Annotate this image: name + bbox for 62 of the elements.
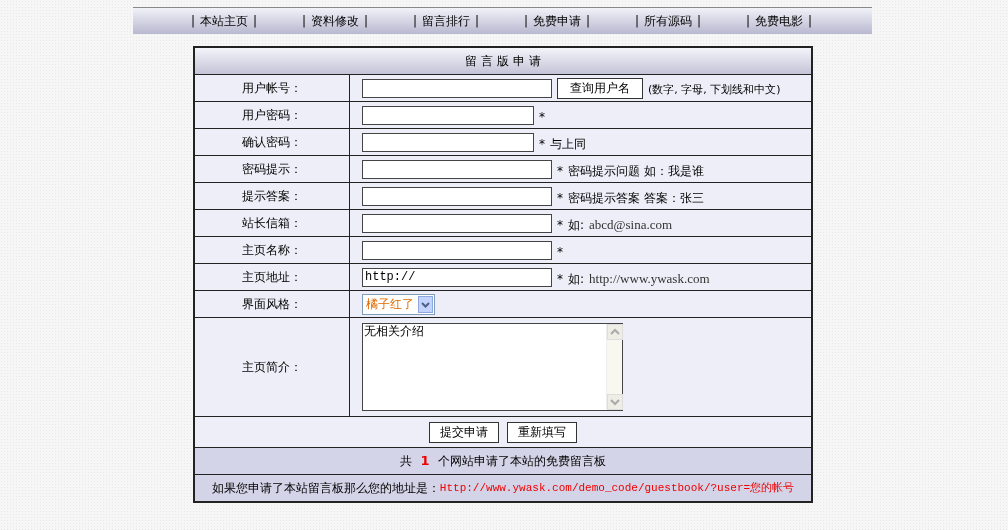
required-mark: * bbox=[557, 271, 563, 288]
chevron-down-icon bbox=[418, 295, 433, 313]
nav-separator: | bbox=[475, 13, 480, 30]
input-field[interactable] bbox=[362, 105, 534, 125]
nav-separator: | bbox=[746, 13, 751, 30]
field-label: 提示答案： bbox=[242, 188, 302, 205]
required-mark: * bbox=[557, 163, 563, 180]
input-field[interactable] bbox=[362, 240, 552, 260]
style-dropdown[interactable]: 橘子红了 bbox=[362, 293, 435, 315]
application-count: 1 bbox=[420, 452, 430, 471]
nav-separator: | bbox=[302, 13, 307, 30]
field-label: 确认密码： bbox=[242, 134, 302, 151]
required-mark: * bbox=[557, 190, 563, 207]
nav-link[interactable]: 免费申请 bbox=[533, 12, 582, 30]
nav-separator: | bbox=[413, 13, 418, 30]
field-hint: 密码提示问题 如：我是谁 bbox=[568, 162, 704, 180]
field-hint: 如: bbox=[568, 270, 585, 288]
field-example: http://www.ywask.com bbox=[589, 269, 710, 288]
field-hint: 与上同 bbox=[550, 135, 586, 153]
nav-link[interactable]: 所有源码 bbox=[644, 12, 693, 30]
nav-link[interactable]: 本站主页 bbox=[200, 12, 249, 30]
check-username-button[interactable]: 查询用户名 bbox=[557, 77, 643, 99]
guestbook-url: Http://www.ywask.com/demo_code/guestbook/?user=您的帐号 bbox=[439, 480, 795, 496]
nav-separator: | bbox=[524, 13, 529, 30]
required-mark: * bbox=[539, 136, 545, 153]
nav-separator: | bbox=[808, 13, 813, 30]
field-label: 用户密码： bbox=[242, 107, 302, 124]
input-field[interactable] bbox=[362, 78, 552, 98]
field-example: abcd@sina.com bbox=[589, 215, 673, 234]
field-hint: (数字, 字母, 下划线和中文) bbox=[648, 81, 781, 98]
nav-separator: | bbox=[697, 13, 702, 30]
reset-button[interactable]: 重新填写 bbox=[507, 421, 577, 443]
nav-separator: | bbox=[191, 13, 196, 30]
input-field[interactable] bbox=[362, 159, 552, 179]
submit-button[interactable]: 提交申请 bbox=[429, 421, 499, 443]
required-mark: * bbox=[557, 244, 563, 261]
field-label: 密码提示： bbox=[242, 161, 302, 178]
nav-separator: | bbox=[364, 13, 369, 30]
required-mark: * bbox=[539, 109, 545, 126]
form-title: 留 言 版 申 请 bbox=[195, 48, 811, 74]
required-mark: * bbox=[557, 217, 563, 234]
nav-separator: | bbox=[586, 13, 591, 30]
nav-link[interactable]: 资料修改 bbox=[311, 12, 360, 30]
stats-text: 个网站申请了本站的免费留言板 bbox=[437, 453, 606, 470]
field-label: 主页地址： bbox=[242, 269, 302, 286]
input-field[interactable]: http:// bbox=[362, 267, 552, 287]
field-label: 主页名称： bbox=[242, 242, 302, 259]
nav-separator: | bbox=[253, 13, 258, 30]
field-label: 界面风格： bbox=[242, 296, 302, 313]
field-hint: 密码提示答案 答案：张三 bbox=[568, 189, 704, 207]
field-label: 用户帐号： bbox=[242, 80, 302, 97]
field-hint: 如: bbox=[568, 216, 585, 234]
address-label: 如果您申请了本站留言板那么您的地址是： bbox=[211, 480, 440, 497]
input-field[interactable] bbox=[362, 186, 552, 206]
stats-text: 共 bbox=[400, 453, 413, 470]
nav-separator: | bbox=[635, 13, 640, 30]
field-label: 站长信箱： bbox=[242, 215, 302, 232]
field-label: 主页简介： bbox=[242, 359, 302, 376]
input-field[interactable] bbox=[362, 213, 552, 233]
nav-link[interactable]: 免费电影 bbox=[755, 12, 804, 30]
input-field[interactable] bbox=[362, 132, 534, 152]
nav-link[interactable]: 留言排行 bbox=[422, 12, 471, 30]
